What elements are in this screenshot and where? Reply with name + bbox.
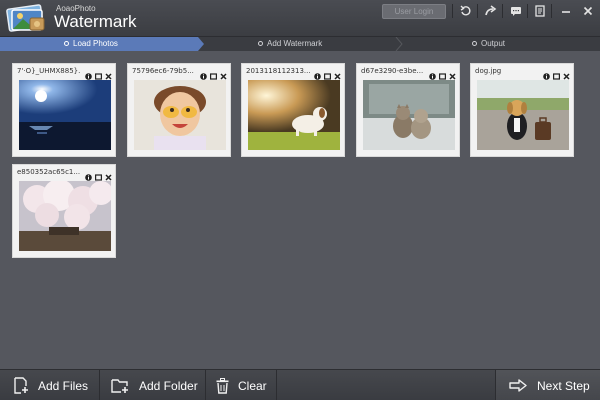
add-folder-icon: [111, 378, 128, 393]
photo-card[interactable]: 2013118112313...: [241, 63, 345, 157]
info-icon[interactable]: [85, 168, 92, 181]
info-icon[interactable]: [543, 67, 550, 80]
undo-icon[interactable]: [457, 3, 475, 19]
step-add-watermark: Add Watermark: [258, 37, 322, 51]
photo-grid: 7'·O}_UHMX885}... 75796ec6-79b5... 20131…: [0, 51, 600, 369]
remove-icon[interactable]: [105, 168, 112, 181]
info-icon[interactable]: [200, 67, 207, 80]
info-icon[interactable]: [85, 67, 92, 80]
photo-filename: 7'·O}_UHMX885}...: [17, 67, 81, 75]
next-step-button[interactable]: Next Step: [495, 370, 600, 400]
info-icon[interactable]: [429, 67, 436, 80]
titlebar-divider: [502, 4, 503, 18]
photo-card[interactable]: e850352ac65c1...: [12, 164, 116, 258]
app-title: Watermark: [54, 12, 137, 31]
preview-icon[interactable]: [553, 67, 561, 80]
photo-thumbnail: [134, 80, 226, 150]
photo-thumbnail: [248, 80, 340, 150]
close-icon[interactable]: [579, 3, 597, 19]
remove-icon[interactable]: [220, 67, 227, 80]
add-files-icon: [14, 377, 28, 394]
notes-icon[interactable]: [531, 3, 549, 19]
titlebar-divider: [452, 4, 453, 18]
clear-label: Clear: [238, 378, 267, 393]
photo-filename: dog.jpg: [475, 67, 502, 75]
chat-icon[interactable]: [507, 3, 525, 19]
remove-icon[interactable]: [105, 67, 112, 80]
photo-card[interactable]: dog.jpg: [470, 63, 574, 157]
photo-filename: d67e3290-e3be...: [361, 67, 424, 75]
photo-card[interactable]: 7'·O}_UHMX885}...: [12, 63, 116, 157]
remove-icon[interactable]: [563, 67, 570, 80]
photo-card-actions: [543, 67, 570, 80]
photo-card[interactable]: d67e3290-e3be...: [356, 63, 460, 157]
photo-thumbnail: [19, 181, 111, 251]
clear-button[interactable]: Clear: [216, 370, 267, 400]
add-files-button[interactable]: Add Files: [14, 370, 88, 400]
remove-icon[interactable]: [449, 67, 456, 80]
preview-icon[interactable]: [95, 67, 103, 80]
photo-filename: e850352ac65c1...: [17, 168, 81, 176]
toolbar-divider: [205, 370, 206, 400]
photo-card-actions: [314, 67, 341, 80]
step-dot-icon: [472, 41, 477, 46]
photo-thumbnail: [363, 80, 455, 150]
photo-card[interactable]: 75796ec6-79b5...: [127, 63, 231, 157]
toolbar-divider: [99, 370, 100, 400]
arrow-right-icon: [509, 379, 527, 392]
add-files-label: Add Files: [38, 378, 89, 393]
info-icon[interactable]: [314, 67, 321, 80]
trash-icon: [216, 377, 229, 394]
titlebar-divider: [477, 4, 478, 18]
minimize-icon[interactable]: [557, 3, 575, 19]
step-label: Load Photos: [73, 39, 118, 48]
redo-icon[interactable]: [482, 3, 500, 19]
photo-card-actions: [200, 67, 227, 80]
step-progress-bar: Load Photos Add Watermark Output: [0, 37, 600, 51]
app-logo-icon: [6, 4, 50, 34]
photo-thumbnail: [477, 80, 569, 150]
step-load-photos: Load Photos: [64, 37, 118, 51]
step-dot-icon: [258, 41, 263, 46]
add-folder-button[interactable]: Add Folder: [111, 370, 198, 400]
toolbar-divider: [276, 370, 277, 400]
photo-card-actions: [85, 168, 112, 181]
preview-icon[interactable]: [95, 168, 103, 181]
next-step-label: Next Step: [537, 378, 590, 393]
titlebar-divider: [527, 4, 528, 18]
step-label: Output: [481, 39, 506, 48]
remove-icon[interactable]: [334, 67, 341, 80]
title-bar: AoaoPhoto Watermark User Login: [0, 0, 600, 37]
step-label: Add Watermark: [267, 39, 323, 48]
titlebar-divider: [551, 4, 552, 18]
photo-thumbnail: [19, 80, 111, 150]
step-dot-icon: [64, 41, 69, 46]
add-folder-label: Add Folder: [139, 378, 198, 393]
preview-icon[interactable]: [324, 67, 332, 80]
photo-card-actions: [429, 67, 456, 80]
bottom-toolbar: Add Files Add Folder Clear Next Step: [0, 369, 600, 400]
photo-filename: 2013118112313...: [246, 67, 310, 75]
photo-filename: 75796ec6-79b5...: [132, 67, 194, 75]
user-login-button[interactable]: User Login: [382, 4, 446, 19]
preview-icon[interactable]: [210, 67, 218, 80]
preview-icon[interactable]: [439, 67, 447, 80]
step-output: Output: [472, 37, 505, 51]
photo-card-actions: [85, 67, 112, 80]
